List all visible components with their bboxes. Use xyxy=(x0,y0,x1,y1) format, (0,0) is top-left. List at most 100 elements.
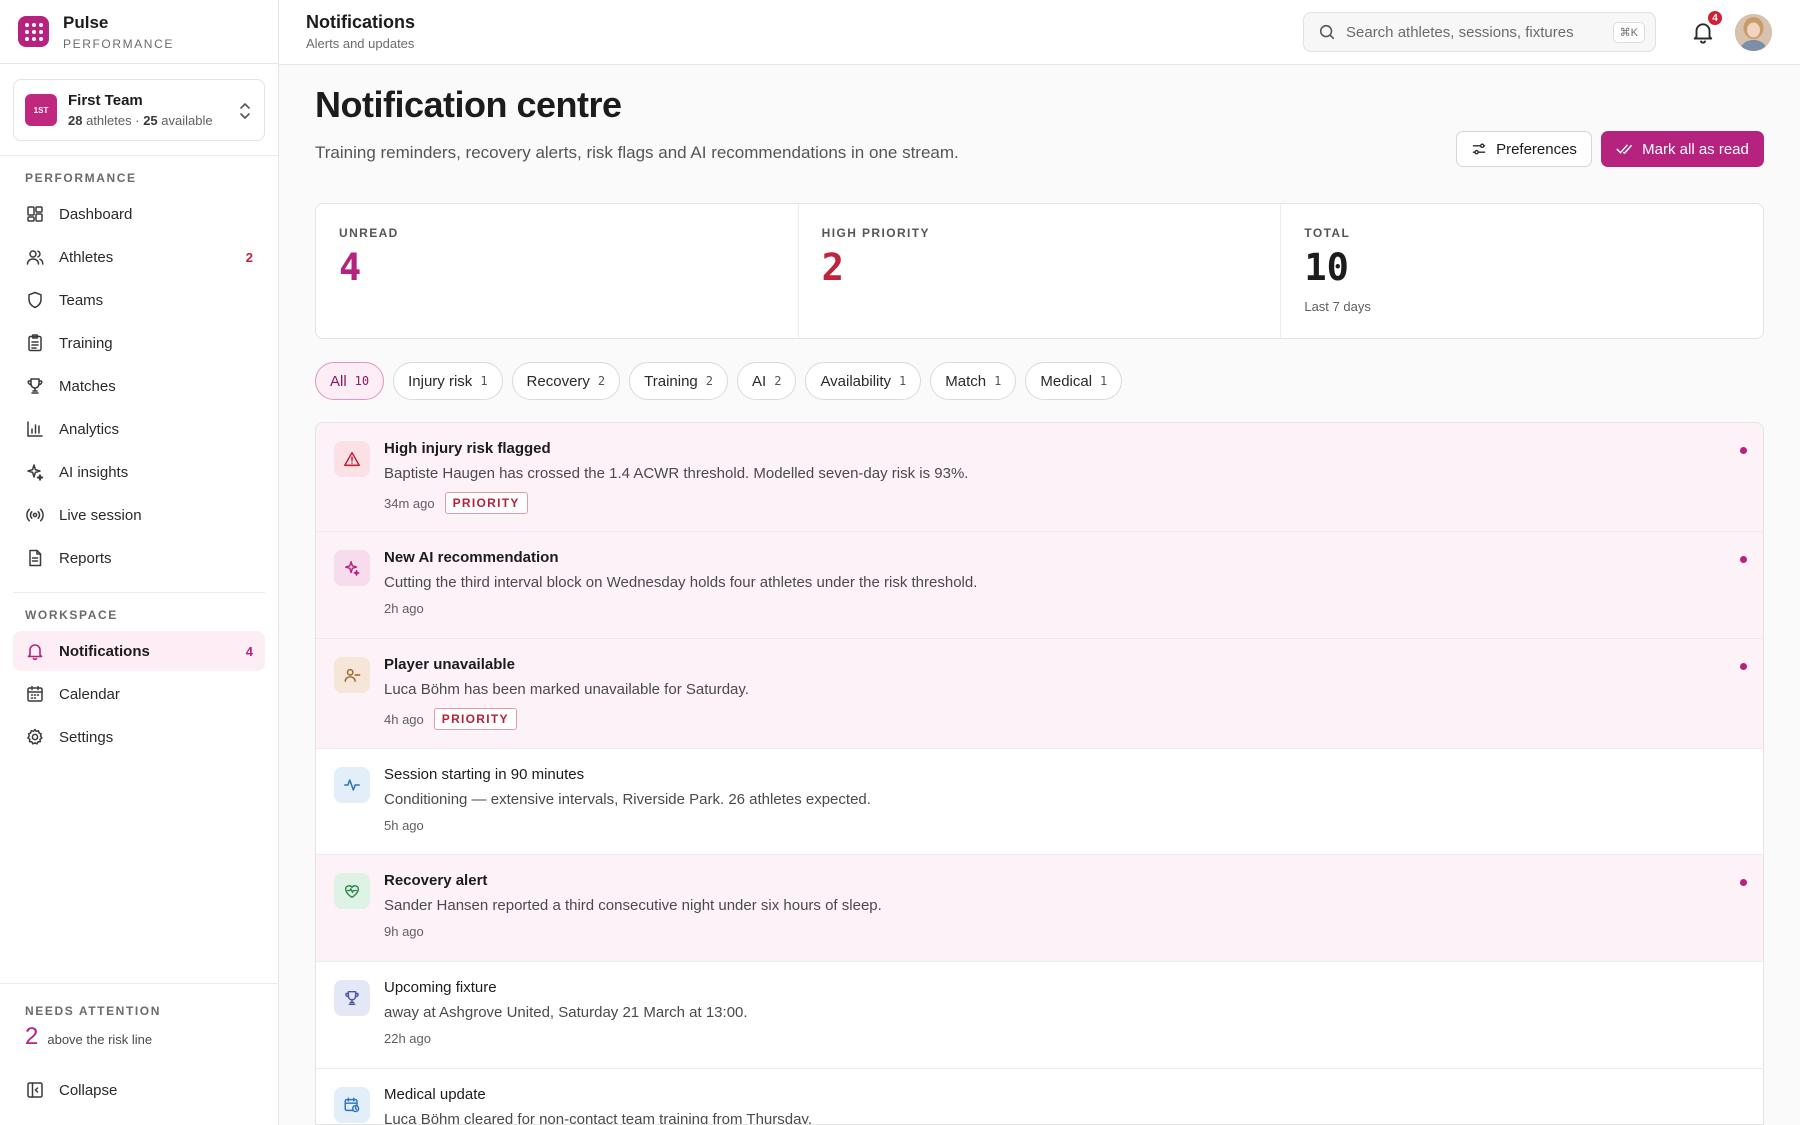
sidebar-item-dashboard[interactable]: Dashboard xyxy=(13,194,265,234)
notification-item[interactable]: Recovery alert Sander Hansen reported a … xyxy=(316,855,1763,962)
sidebar-item-notifications[interactable]: Notifications 4 xyxy=(13,631,265,671)
sidebar-item-settings[interactable]: Settings xyxy=(13,717,265,757)
stat-total: TOTAL 10 Last 7 days xyxy=(1281,204,1763,338)
divider xyxy=(0,155,279,156)
search-icon xyxy=(1319,24,1335,40)
chip-label: Match xyxy=(945,372,987,390)
sidebar-item-count: 4 xyxy=(245,643,253,659)
notification-title: New AI recommendation xyxy=(384,549,559,566)
notification-item[interactable]: High injury risk flagged Baptiste Haugen… xyxy=(316,423,1763,532)
notification-item[interactable]: Upcoming fixture away at Ashgrove United… xyxy=(316,962,1763,1069)
divider xyxy=(13,592,265,593)
sparkle-icon xyxy=(334,550,370,586)
chip-count: 2 xyxy=(597,374,606,388)
collapse-button[interactable]: Collapse xyxy=(13,1070,265,1110)
sidebar-item-label: Matches xyxy=(59,377,116,395)
activity-icon xyxy=(334,767,370,803)
calendar-clock-icon xyxy=(334,1087,370,1123)
team-switcher[interactable]: 1ST First Team 28 athletes · 25 availabl… xyxy=(13,79,265,141)
sidebar-item-training[interactable]: Training xyxy=(13,323,265,363)
sidebar-item-matches[interactable]: Matches xyxy=(13,366,265,406)
team-available-label: available xyxy=(161,113,213,128)
notification-item[interactable]: Session starting in 90 minutes Condition… xyxy=(316,749,1763,855)
page-title: Notification centre xyxy=(315,84,622,125)
notification-time: 2h ago xyxy=(384,601,424,616)
chip-count: 2 xyxy=(774,374,782,388)
collapse-label: Collapse xyxy=(59,1081,118,1099)
needs-attention-count: 2 xyxy=(25,1023,39,1050)
needs-attention-label: NEEDS ATTENTION xyxy=(25,1004,162,1018)
stat-value: 2 xyxy=(821,246,844,289)
sidebar-item-reports[interactable]: Reports xyxy=(13,538,265,578)
chip-count: 1 xyxy=(994,374,1002,388)
notification-title: Recovery alert xyxy=(384,872,488,889)
notification-body: Sander Hansen reported a third consecuti… xyxy=(384,897,882,914)
notification-body: away at Ashgrove United, Saturday 21 Mar… xyxy=(384,1004,748,1021)
filter-chip-match[interactable]: Match 1 xyxy=(930,362,1017,400)
notification-time: 9h ago xyxy=(384,924,424,939)
notification-list: High injury risk flagged Baptiste Haugen… xyxy=(315,422,1764,1125)
filter-chip-ai[interactable]: AI 2 xyxy=(737,362,797,400)
sidebar-item-ai-insights[interactable]: AI insights xyxy=(13,452,265,492)
filter-chip-medical[interactable]: Medical 1 xyxy=(1025,362,1123,400)
filter-chip-availability[interactable]: Availability 1 xyxy=(805,362,922,400)
sidebar-item-label: Athletes xyxy=(59,248,114,266)
chip-label: Injury risk xyxy=(408,372,473,390)
notification-item[interactable]: New AI recommendation Cutting the third … xyxy=(316,532,1763,639)
preferences-button[interactable]: Preferences xyxy=(1456,131,1592,167)
chip-label: Training xyxy=(644,372,698,390)
sidebar-collapse-icon xyxy=(27,1082,43,1098)
sidebar-item-analytics[interactable]: Analytics xyxy=(13,409,265,449)
stat-unread: UNREAD 4 xyxy=(316,204,799,338)
stat-label: UNREAD xyxy=(339,226,399,240)
chip-count: 1 xyxy=(1100,374,1108,388)
chip-count: 10 xyxy=(354,374,370,388)
trophy-icon xyxy=(27,378,43,394)
notification-time: 5h ago xyxy=(384,818,424,833)
search-input[interactable]: Search athletes, sessions, fixtures ⌘K xyxy=(1303,12,1656,52)
topbar-subtitle: Alerts and updates xyxy=(306,36,415,51)
filter-chip-recovery[interactable]: Recovery 2 xyxy=(511,362,621,400)
unread-dot xyxy=(1740,556,1747,563)
sliders-icon xyxy=(1472,143,1486,155)
notification-body: Cutting the third interval block on Wedn… xyxy=(384,574,978,591)
topbar-title: Notifications xyxy=(306,12,416,32)
team-name: First Team xyxy=(68,92,143,109)
unread-dot xyxy=(1740,879,1747,886)
filter-chip-training[interactable]: Training 2 xyxy=(629,362,729,400)
sidebar-item-label: Dashboard xyxy=(59,205,133,223)
report-icon xyxy=(29,549,42,567)
sparkle-icon xyxy=(27,464,44,481)
sidebar-item-label: Analytics xyxy=(59,420,120,438)
notification-item[interactable]: Player unavailable Luca Böhm has been ma… xyxy=(316,639,1763,749)
stat-label: TOTAL xyxy=(1304,226,1351,240)
stat-label: HIGH PRIORITY xyxy=(821,226,930,240)
bar-chart-icon xyxy=(27,421,43,437)
sidebar-item-label: Notifications xyxy=(59,642,150,660)
filter-chip-all[interactable]: All 10 xyxy=(315,362,385,400)
pulse-logo-icon xyxy=(18,16,49,47)
avatar[interactable] xyxy=(1735,14,1772,51)
chip-label: All xyxy=(330,372,347,390)
filter-chip-injury-risk[interactable]: Injury risk 1 xyxy=(393,362,503,400)
mark-all-read-button[interactable]: Mark all as read xyxy=(1601,131,1764,167)
notification-time: 4h ago xyxy=(384,711,424,727)
notification-time: 34m ago xyxy=(384,495,435,511)
chip-label: Recovery xyxy=(526,372,590,390)
stat-value: 10 xyxy=(1304,246,1349,289)
sidebar-item-teams[interactable]: Teams xyxy=(13,280,265,320)
notification-title: Player unavailable xyxy=(384,656,515,673)
sidebar-item-calendar[interactable]: Calendar xyxy=(13,674,265,714)
sidebar: Pulse PERFORMANCE 1ST First Team 28 athl… xyxy=(0,0,279,1125)
divider xyxy=(0,983,279,984)
notification-item[interactable]: Medical update Luca Böhm cleared for non… xyxy=(316,1069,1763,1124)
needs-attention-value[interactable]: 2 above the risk line xyxy=(25,1023,152,1051)
sidebar-item-live-session[interactable]: Live session xyxy=(13,495,265,535)
chip-label: Medical xyxy=(1040,372,1093,390)
filter-chips: All 10 Injury risk 1 Recovery 2 Training 2 A… xyxy=(315,362,1123,400)
brand[interactable]: Pulse PERFORMANCE xyxy=(0,0,278,64)
sidebar-item-athletes[interactable]: Athletes 2 xyxy=(13,237,265,277)
chip-label: AI xyxy=(752,372,767,390)
notification-title: Medical update xyxy=(384,1086,486,1103)
stat-value: 4 xyxy=(339,246,362,289)
